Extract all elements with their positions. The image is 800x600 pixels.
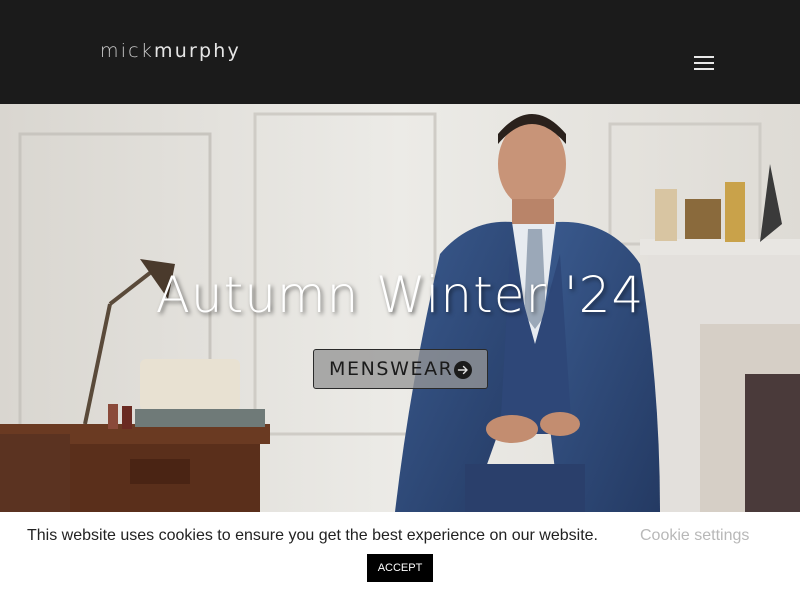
cookie-settings-link[interactable]: Cookie settings bbox=[640, 527, 749, 545]
arrow-right-circle-icon bbox=[454, 361, 472, 379]
cookie-message: This website uses cookies to ensure you … bbox=[27, 527, 598, 544]
brand-logo[interactable]: mickmurphy bbox=[100, 40, 241, 62]
hamburger-menu-icon[interactable] bbox=[690, 52, 718, 74]
logo-first-name: mick bbox=[100, 40, 155, 62]
site-header: mickmurphy bbox=[0, 0, 800, 104]
cookie-banner: This website uses cookies to ensure you … bbox=[0, 512, 800, 600]
menswear-button-label: MENSWEAR bbox=[329, 358, 454, 380]
hero-title: Autumn Winter '24 bbox=[155, 266, 645, 324]
logo-last-name: murphy bbox=[154, 40, 241, 62]
hero-banner: Autumn Winter '24 MENSWEAR bbox=[0, 104, 800, 512]
menswear-button[interactable]: MENSWEAR bbox=[313, 349, 488, 389]
accept-cookies-button[interactable]: ACCEPT bbox=[367, 554, 433, 582]
